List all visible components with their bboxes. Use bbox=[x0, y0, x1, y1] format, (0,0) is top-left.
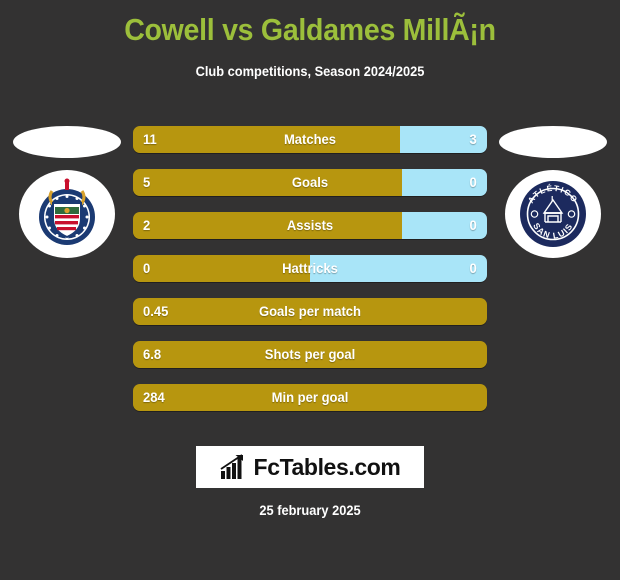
stat-comparison-page: Cowell vs Galdames MillÃ¡n Club competit… bbox=[0, 0, 620, 580]
away-player-photo-placeholder bbox=[499, 126, 607, 158]
stat-bars-list: 11 Matches 3 5 Goals 0 2 Assists 0 0 Hattricks 0 0.4… bbox=[133, 126, 487, 427]
stat-label: Matches bbox=[283, 131, 337, 147]
stat-label: Assists bbox=[286, 217, 334, 233]
stat-label: Goals bbox=[291, 174, 329, 190]
stat-row: 284 Min per goal bbox=[133, 384, 487, 411]
stat-away-value: 0 bbox=[469, 174, 477, 190]
stat-away-value: 0 bbox=[469, 260, 477, 276]
stat-row: 11 Matches 3 bbox=[133, 126, 487, 153]
home-player-photo-placeholder bbox=[13, 126, 121, 158]
stat-label: Hattricks bbox=[282, 260, 338, 276]
stat-label: Min per goal bbox=[271, 389, 349, 405]
stat-label: Shots per goal bbox=[264, 346, 356, 362]
fctables-watermark[interactable]: FcTables.com bbox=[196, 446, 424, 488]
stat-row: 0 Hattricks 0 bbox=[133, 255, 487, 282]
stat-row: 2 Assists 0 bbox=[133, 212, 487, 239]
away-team-crest: ATLÉTICO SAN LUIS bbox=[505, 170, 601, 258]
bar-chart-growth-icon bbox=[220, 454, 243, 479]
page-subtitle: Club competitions, Season 2024/2025 bbox=[195, 64, 425, 79]
fctables-watermark-text: FcTables.com bbox=[253, 453, 401, 480]
stat-row: 6.8 Shots per goal bbox=[133, 341, 487, 368]
stat-label: Goals per match bbox=[258, 303, 362, 319]
stat-away-value: 3 bbox=[469, 131, 477, 147]
page-title: Cowell vs Galdames MillÃ¡n bbox=[124, 12, 496, 47]
stat-row: 5 Goals 0 bbox=[133, 169, 487, 196]
chivas-guadalajara-crest-icon bbox=[39, 178, 95, 245]
home-team-block bbox=[8, 118, 126, 278]
stat-row: 0.45 Goals per match bbox=[133, 298, 487, 325]
away-team-block: ATLÉTICO SAN LUIS bbox=[494, 118, 612, 278]
footer-date: 25 february 2025 bbox=[259, 503, 361, 518]
stat-away-value: 0 bbox=[469, 217, 477, 233]
atletico-san-luis-crest-icon: ATLÉTICO SAN LUIS bbox=[518, 179, 588, 249]
home-team-crest bbox=[19, 170, 115, 258]
